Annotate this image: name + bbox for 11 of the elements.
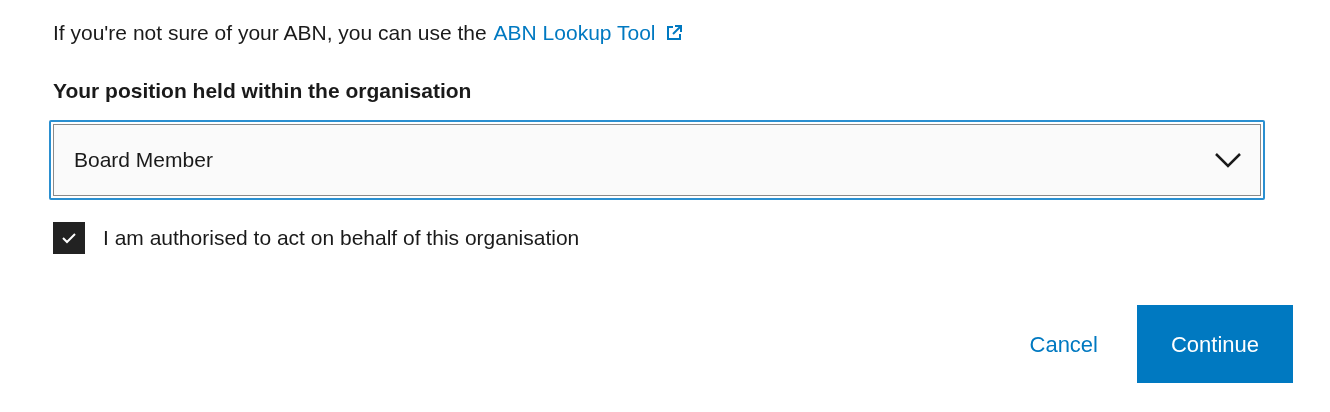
check-icon	[61, 232, 77, 244]
checkbox-label: I am authorised to act on behalf of this organisation	[103, 225, 580, 252]
position-dropdown[interactable]: Board Member	[53, 124, 1261, 196]
abn-lookup-link[interactable]: ABN Lookup Tool	[493, 19, 684, 47]
checkbox[interactable]	[53, 222, 85, 254]
chevron-down-icon	[1214, 152, 1242, 168]
continue-button[interactable]: Continue	[1137, 305, 1293, 383]
field-label: Your position held within the organisation	[53, 78, 473, 104]
cancel-link[interactable]: Cancel	[1029, 327, 1098, 361]
external-link-icon	[665, 24, 684, 42]
help-text: If you're not sure of your ABN, you can use the	[53, 20, 487, 46]
